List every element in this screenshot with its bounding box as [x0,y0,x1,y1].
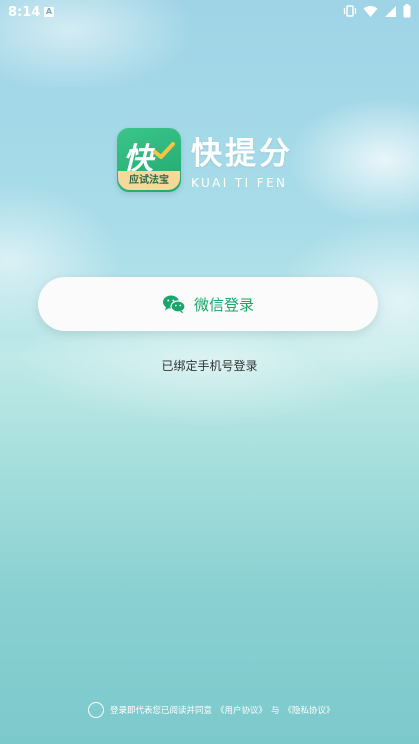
checkmark-icon [153,142,175,159]
privacy-agreement-link[interactable]: 《隐私协议》 [284,704,335,716]
agreement-checkbox[interactable] [88,702,104,718]
user-agreement-link[interactable]: 《用户协议》 [216,704,267,716]
logo-ribbon: 应试法宝 [118,171,180,190]
battery-icon [403,4,411,18]
phone-login-link[interactable]: 已绑定手机号登录 [0,357,419,374]
status-bar: 8:14 A [0,0,419,26]
app-subtitle: KUAI TI FEN [191,176,288,190]
agreement-row: 登录即代表您已阅读并同意 《用户协议》 与 《隐私协议》 [88,702,335,718]
agreement-conjunction: 与 [271,706,280,716]
wechat-icon [162,295,186,314]
status-time: 8:14 [8,5,41,20]
agreement-text: 登录即代表您已阅读并同意 [110,706,213,716]
app-logo: 快 应试法宝 [117,128,181,192]
wechat-login-button[interactable]: 微信登录 [38,277,378,331]
wechat-login-label: 微信登录 [193,295,254,314]
vibrate-icon [343,5,357,17]
wifi-icon [363,5,378,17]
status-icons [343,4,411,18]
notification-icon: A [44,7,54,17]
signal-icon [385,5,396,17]
app-name: 快提分 [191,136,293,172]
